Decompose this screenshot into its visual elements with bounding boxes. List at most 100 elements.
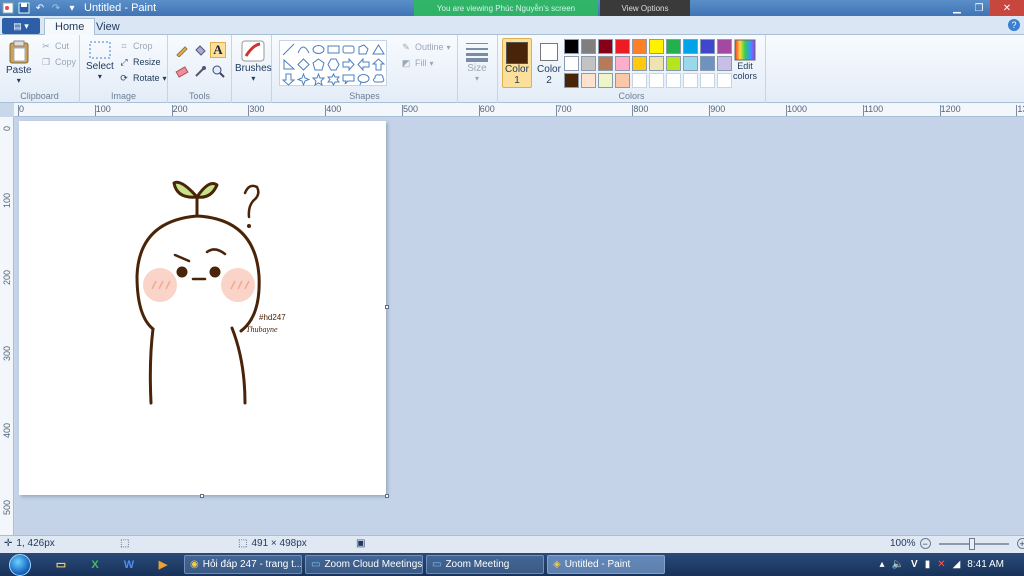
palette-swatch[interactable] <box>581 73 596 88</box>
line-shape-icon[interactable] <box>281 42 296 57</box>
palette-swatch[interactable] <box>649 73 664 88</box>
palette-swatch[interactable] <box>683 39 698 54</box>
eraser-icon[interactable] <box>174 63 190 79</box>
minimize-button[interactable]: ▁ <box>946 0 968 16</box>
palette-swatch[interactable] <box>683 56 698 71</box>
hexagon-shape-icon[interactable] <box>326 57 341 72</box>
text-tool-icon[interactable]: A <box>210 42 226 58</box>
palette-swatch[interactable] <box>632 73 647 88</box>
up-arrow-shape-icon[interactable] <box>371 57 386 72</box>
help-icon[interactable]: ? <box>1008 19 1020 31</box>
four-point-star-shape-icon[interactable] <box>296 72 311 87</box>
wifi-icon[interactable]: ◢ <box>953 559 961 570</box>
tray-expand-icon[interactable]: ▴ <box>880 559 885 570</box>
palette-swatch[interactable] <box>700 56 715 71</box>
palette-swatch[interactable] <box>598 56 613 71</box>
task-zoom-meeting[interactable]: ▭ Zoom Meeting <box>426 555 544 574</box>
palette-swatch[interactable] <box>632 39 647 54</box>
rect-callout-shape-icon[interactable] <box>341 72 356 87</box>
outline-button[interactable]: ✎ Outline ▾ <box>400 41 450 53</box>
oval-shape-icon[interactable] <box>311 42 326 57</box>
palette-swatch[interactable] <box>615 39 630 54</box>
color1-button[interactable]: Color 1 <box>502 38 532 88</box>
volume-icon[interactable]: 🔈 <box>892 559 904 570</box>
zoom-in-icon[interactable]: + <box>1016 538 1024 549</box>
cut-button[interactable]: ✂ Cut <box>40 40 69 52</box>
palette-swatch[interactable] <box>632 56 647 71</box>
explorer-icon[interactable]: ▭ <box>52 556 70 573</box>
vietnamese-input-icon[interactable]: V <box>911 559 918 570</box>
right-triangle-shape-icon[interactable] <box>281 57 296 72</box>
color-picker-icon[interactable] <box>192 63 208 79</box>
close-button[interactable]: ✕ <box>990 0 1024 16</box>
redo-icon[interactable]: ↷ <box>50 2 62 14</box>
drawing-canvas[interactable]: #hd247 Thubayne <box>19 121 386 495</box>
six-point-star-shape-icon[interactable] <box>326 72 341 87</box>
color2-button[interactable]: Color 2 <box>536 38 562 88</box>
rounded-rectangle-shape-icon[interactable] <box>341 42 356 57</box>
paste-button[interactable]: Paste ▾ <box>6 39 32 85</box>
zoom-view-options-button[interactable]: View Options <box>600 0 690 16</box>
edit-colors-button[interactable]: Edit colors <box>730 39 760 81</box>
magnifier-icon[interactable] <box>210 63 226 79</box>
tab-view[interactable]: View <box>86 18 130 35</box>
diamond-shape-icon[interactable] <box>296 57 311 72</box>
resize-handle-bottom[interactable] <box>200 494 204 498</box>
resize-handle-corner[interactable] <box>385 494 389 498</box>
palette-swatch[interactable] <box>666 73 681 88</box>
zoom-out-icon[interactable]: − <box>919 538 931 549</box>
left-arrow-shape-icon[interactable] <box>356 57 371 72</box>
polygon-shape-icon[interactable] <box>356 42 371 57</box>
media-player-icon[interactable]: ▶ <box>154 556 172 573</box>
task-chrome[interactable]: ◉ Hỏi đáp 247 - trang t... <box>184 555 302 574</box>
save-icon[interactable] <box>18 2 30 14</box>
start-button[interactable] <box>4 553 36 576</box>
palette-swatch[interactable] <box>615 73 630 88</box>
fill-button[interactable]: ◩ Fill ▾ <box>400 57 434 69</box>
palette-swatch[interactable] <box>564 73 579 88</box>
zoom-slider-thumb[interactable] <box>968 537 975 550</box>
resize-button[interactable]: ⤢ Resize <box>118 56 160 68</box>
paint-menu-button[interactable]: ▤ ▾ <box>2 18 40 34</box>
pencil-icon[interactable] <box>174 42 190 58</box>
word-icon[interactable]: W <box>120 556 138 573</box>
clock[interactable]: 8:41 AM <box>967 559 1004 570</box>
maximize-button[interactable]: ❐ <box>968 0 990 16</box>
curve-shape-icon[interactable] <box>296 42 311 57</box>
task-zoom-cloud[interactable]: ▭ Zoom Cloud Meetings <box>305 555 423 574</box>
brushes-button[interactable]: Brushes ▾ <box>235 39 272 83</box>
undo-icon[interactable]: ↶ <box>34 2 46 14</box>
palette-swatch[interactable] <box>700 73 715 88</box>
palette-swatch[interactable] <box>666 39 681 54</box>
resize-handle-right[interactable] <box>385 305 389 309</box>
action-center-icon[interactable]: ✕ <box>937 559 945 570</box>
fill-bucket-icon[interactable] <box>192 42 208 58</box>
crop-button[interactable]: ⌗ Crop <box>118 40 152 52</box>
palette-swatch[interactable] <box>598 39 613 54</box>
palette-swatch[interactable] <box>700 39 715 54</box>
palette-swatch[interactable] <box>683 73 698 88</box>
palette-swatch[interactable] <box>581 56 596 71</box>
right-arrow-shape-icon[interactable] <box>341 57 356 72</box>
copy-button[interactable]: ❐ Copy <box>40 56 76 68</box>
palette-swatch[interactable] <box>564 39 579 54</box>
size-button[interactable]: Size ▾ <box>464 39 490 83</box>
pentagon-shape-icon[interactable] <box>311 57 326 72</box>
rotate-button[interactable]: ⟳ Rotate ▾ <box>118 72 166 84</box>
rectangle-shape-icon[interactable] <box>326 42 341 57</box>
palette-swatch[interactable] <box>666 56 681 71</box>
palette-swatch[interactable] <box>649 56 664 71</box>
palette-swatch[interactable] <box>649 39 664 54</box>
paint-app-icon[interactable] <box>2 2 14 14</box>
customize-qa-icon[interactable]: ▾ <box>66 2 78 14</box>
oval-callout-shape-icon[interactable] <box>356 72 371 87</box>
select-button[interactable]: Select ▾ <box>86 39 114 81</box>
down-arrow-shape-icon[interactable] <box>281 72 296 87</box>
zoom-slider[interactable] <box>938 537 1009 550</box>
cloud-callout-shape-icon[interactable] <box>371 72 386 87</box>
palette-swatch[interactable] <box>581 39 596 54</box>
excel-icon[interactable]: X <box>86 556 104 573</box>
task-paint[interactable]: ◈ Untitled - Paint <box>547 555 665 574</box>
triangle-shape-icon[interactable] <box>371 42 386 57</box>
five-point-star-shape-icon[interactable] <box>311 72 326 87</box>
